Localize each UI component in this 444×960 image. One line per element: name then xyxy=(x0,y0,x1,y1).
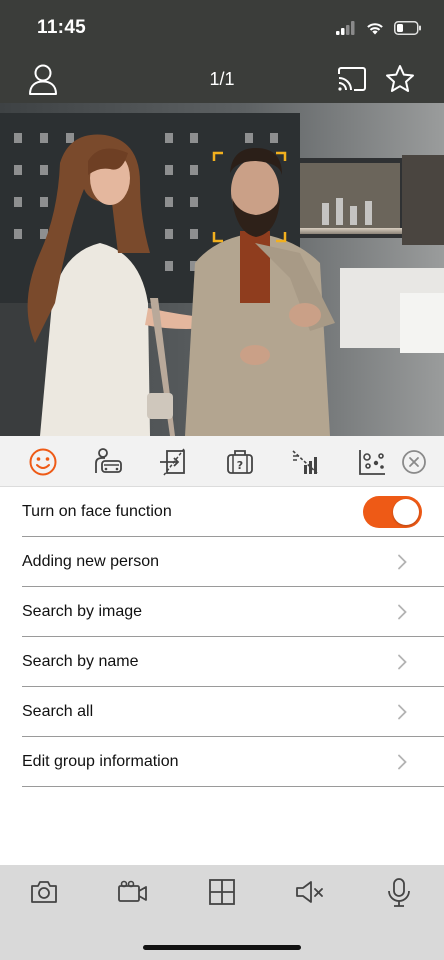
close-icon[interactable] xyxy=(397,445,431,479)
svg-text:?: ? xyxy=(237,459,243,472)
status-time: 11:45 xyxy=(37,17,87,38)
star-icon[interactable] xyxy=(384,62,416,96)
face-icon[interactable] xyxy=(26,445,60,479)
battery-icon xyxy=(394,21,421,35)
menu-item-label: Search by name xyxy=(22,652,139,670)
function-toolbar: ? xyxy=(0,436,444,487)
chevron-right-icon xyxy=(398,704,407,720)
menu-item-search-by-name[interactable]: Search by name xyxy=(22,637,444,687)
camera-icon[interactable] xyxy=(27,877,61,907)
face-function-toggle-row[interactable]: Turn on face function xyxy=(22,487,444,537)
video-icon[interactable] xyxy=(116,877,150,907)
menu-item-adding-new-person[interactable]: Adding new person xyxy=(22,537,444,587)
menu-item-label: Search all xyxy=(22,702,94,720)
menu-item-search-by-image[interactable]: Search by image xyxy=(22,587,444,637)
chevron-right-icon xyxy=(398,654,407,670)
menu-item-edit-group-information[interactable]: Edit group information xyxy=(22,737,444,787)
baggage-icon[interactable]: ? xyxy=(223,445,257,479)
face-function-toggle[interactable] xyxy=(363,496,422,528)
mute-icon[interactable] xyxy=(293,877,327,907)
page-title: 1/1 xyxy=(209,69,235,89)
bottom-control-bar xyxy=(0,865,444,960)
home-indicator xyxy=(143,945,301,950)
menu-item-label: Turn on face function xyxy=(22,502,172,520)
status-icons xyxy=(336,18,422,38)
heatmap-icon[interactable] xyxy=(355,445,389,479)
line-cross-icon[interactable] xyxy=(157,445,191,479)
chevron-right-icon xyxy=(398,754,407,770)
signal-icon xyxy=(336,21,355,35)
menu-item-search-all[interactable]: Search all xyxy=(22,687,444,737)
menu-item-label: Edit group information xyxy=(22,752,179,770)
chevron-right-icon xyxy=(398,554,407,570)
toggle-knob xyxy=(393,499,419,525)
microphone-icon[interactable] xyxy=(382,877,416,907)
top-bar: 11:45 1/1 xyxy=(0,0,444,103)
menu-item-label: Search by image xyxy=(22,602,143,620)
camera-scene xyxy=(0,103,444,436)
motion-icon[interactable] xyxy=(289,445,323,479)
chevron-right-icon xyxy=(398,604,407,620)
face-function-menu: Turn on face function Adding new person … xyxy=(0,487,444,787)
camera-view[interactable] xyxy=(0,103,444,436)
menu-item-label: Adding new person xyxy=(22,552,159,570)
grid-icon[interactable] xyxy=(205,877,239,907)
cast-icon[interactable] xyxy=(336,62,368,96)
vehicle-icon[interactable] xyxy=(91,445,125,479)
wifi-icon xyxy=(367,23,383,35)
